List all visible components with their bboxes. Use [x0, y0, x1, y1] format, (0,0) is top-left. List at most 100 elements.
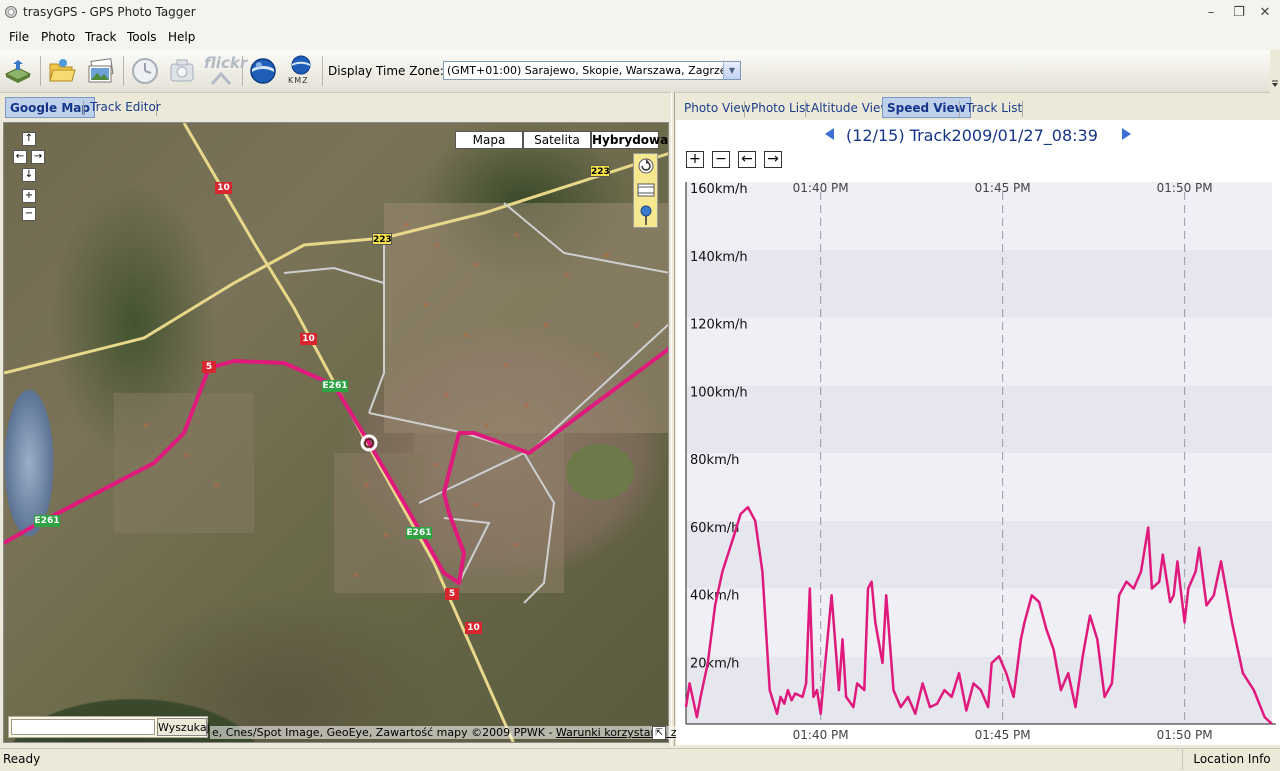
chart-band — [686, 317, 1272, 386]
chart-band — [686, 249, 1272, 318]
expand-overview-icon[interactable]: ⇱ — [652, 726, 666, 740]
close-icon[interactable]: ✕ — [1254, 4, 1276, 22]
title-bar: trasyGPS - GPS Photo Tagger – ❐ ✕ — [0, 0, 1280, 26]
tab-photo-list[interactable]: Photo List — [747, 98, 814, 119]
timezone-select[interactable]: (GMT+01:00) Sarajewo, Skopie, Warszawa, … — [443, 61, 741, 80]
chart-zoom-in-button[interactable]: + — [686, 151, 704, 168]
location-info-panel[interactable]: Location Info — [1182, 748, 1280, 770]
x-tick-label: 01:50 PM — [1157, 181, 1213, 195]
y-tick-label: 20km/h — [690, 656, 739, 671]
tab-speed-view[interactable]: Speed View — [882, 97, 971, 118]
menu-bar: File Photo Track Tools Help — [0, 26, 1280, 50]
y-tick-label: 100km/h — [690, 385, 748, 400]
photos-icon[interactable] — [86, 56, 116, 86]
google-earth-icon[interactable] — [248, 56, 278, 86]
road-shield-10: 10 — [300, 333, 317, 345]
toolbar-overflow-icon — [1272, 80, 1278, 87]
road-shield-e261: E261 — [34, 515, 60, 527]
speed-chart[interactable]: 20km/h 40km/h 60km/h 80km/h 100km/h 120km/h 14… — [676, 172, 1280, 744]
location-pin-icon[interactable] — [637, 204, 655, 226]
toolbar-overflow[interactable] — [1270, 50, 1280, 92]
map-layer — [4, 123, 668, 742]
timezone-label: Display Time Zone: — [328, 64, 444, 78]
x-tick-label: 01:40 PM — [793, 728, 849, 742]
pane-splitter[interactable] — [671, 92, 675, 746]
tab-google-map[interactable]: Google Map — [5, 97, 95, 118]
clock-icon[interactable] — [130, 56, 160, 86]
road-shield-10: 10 — [215, 182, 232, 194]
chart-band — [686, 385, 1272, 453]
x-tick-label: 01:40 PM — [793, 181, 849, 195]
restore-icon[interactable]: ❐ — [1228, 4, 1250, 22]
track-title: (12/15) Track2009/01/27_08:39 — [846, 126, 1098, 145]
flickr-icon[interactable]: flickr — [204, 54, 247, 88]
y-tick-label: 40km/h — [690, 589, 739, 604]
chart-band — [686, 453, 1272, 521]
map-search-input[interactable] — [11, 719, 155, 735]
map-zoom-in-button[interactable]: + — [22, 189, 36, 203]
import-gps-icon[interactable] — [3, 56, 33, 86]
open-folder-icon[interactable] — [47, 56, 77, 86]
pan-left-icon[interactable]: ← — [13, 150, 27, 164]
photo-strip-icon[interactable] — [637, 181, 655, 199]
chart-zoom-out-button[interactable]: − — [712, 151, 730, 168]
chart-scroll-right-button[interactable]: → — [764, 151, 782, 168]
x-tick-label: 01:50 PM — [1157, 728, 1213, 742]
road-shield-5: 5 — [202, 361, 216, 373]
status-text: Ready — [3, 752, 41, 766]
status-bar — [0, 748, 1280, 771]
kmz-globe-icon — [291, 55, 311, 75]
road-shield-5: 5 — [445, 588, 459, 600]
tab-separator — [83, 100, 84, 116]
road-shield-223: 223 — [372, 233, 392, 245]
tab-separator — [744, 101, 745, 117]
refresh-icon[interactable] — [637, 157, 655, 175]
toolbar-separator — [40, 56, 41, 86]
road-shield-223: 223 — [590, 165, 610, 177]
y-tick-label: 120km/h — [690, 318, 748, 333]
minimize-icon[interactable]: – — [1200, 4, 1222, 22]
map-type-hybrydowa[interactable]: Hybrydowa — [591, 131, 668, 149]
chevron-down-icon[interactable]: ▼ — [723, 62, 740, 79]
pan-down-icon[interactable]: ↓ — [22, 168, 36, 182]
tab-separator — [156, 100, 157, 116]
road-shield-10: 10 — [465, 622, 482, 634]
tab-separator — [1022, 101, 1023, 117]
tab-track-list[interactable]: Track List — [962, 98, 1026, 119]
toolbar-separator — [123, 56, 124, 86]
chart-scroll-left-button[interactable]: ← — [738, 151, 756, 168]
map-search-button[interactable]: Wyszukaj — [157, 718, 210, 736]
attribution-text: e, Cnes/Spot Image, GeoEye, Zawartość ma… — [212, 726, 556, 739]
map-attribution: e, Cnes/Spot Image, GeoEye, Zawartość ma… — [210, 726, 715, 739]
chart-bands — [686, 182, 1272, 724]
tab-separator — [805, 101, 806, 117]
map-type-mapa[interactable]: Mapa — [455, 131, 523, 149]
chart-band — [686, 520, 1272, 589]
kmz-icon[interactable]: KMZ — [285, 55, 317, 87]
menu-track[interactable]: Track — [85, 30, 116, 44]
pond — [566, 444, 634, 500]
camera-icon[interactable] — [167, 56, 197, 86]
pan-right-icon[interactable]: → — [31, 150, 45, 164]
y-tick-label: 60km/h — [690, 521, 739, 536]
y-tick-label: 140km/h — [690, 250, 748, 265]
next-track-icon[interactable] — [1122, 128, 1131, 140]
menu-photo[interactable]: Photo — [41, 30, 75, 44]
menu-help[interactable]: Help — [168, 30, 195, 44]
previous-track-icon[interactable] — [825, 128, 834, 140]
menu-tools[interactable]: Tools — [127, 30, 157, 44]
menu-file[interactable]: File — [9, 30, 29, 44]
timezone-value: (GMT+01:00) Sarajewo, Skopie, Warszawa, … — [447, 64, 734, 77]
map-view[interactable]: 10 223 223 10 5 E261 E261 E261 5 10 — [3, 122, 669, 743]
tab-track-editor[interactable]: Track Editor — [86, 97, 165, 118]
road-shield-e261: E261 — [406, 527, 432, 539]
y-tick-label: 80km/h — [690, 453, 739, 468]
map-zoom-out-button[interactable]: − — [22, 207, 36, 221]
x-tick-label: 01:45 PM — [975, 181, 1031, 195]
app-icon — [5, 6, 17, 18]
map-type-satelita[interactable]: Satelita — [523, 131, 591, 149]
pan-up-icon[interactable]: ↑ — [22, 132, 36, 146]
map-search-box: Wyszukaj — [8, 716, 210, 738]
road-shield-e261: E261 — [322, 380, 348, 392]
toolbar-separator — [242, 56, 243, 86]
